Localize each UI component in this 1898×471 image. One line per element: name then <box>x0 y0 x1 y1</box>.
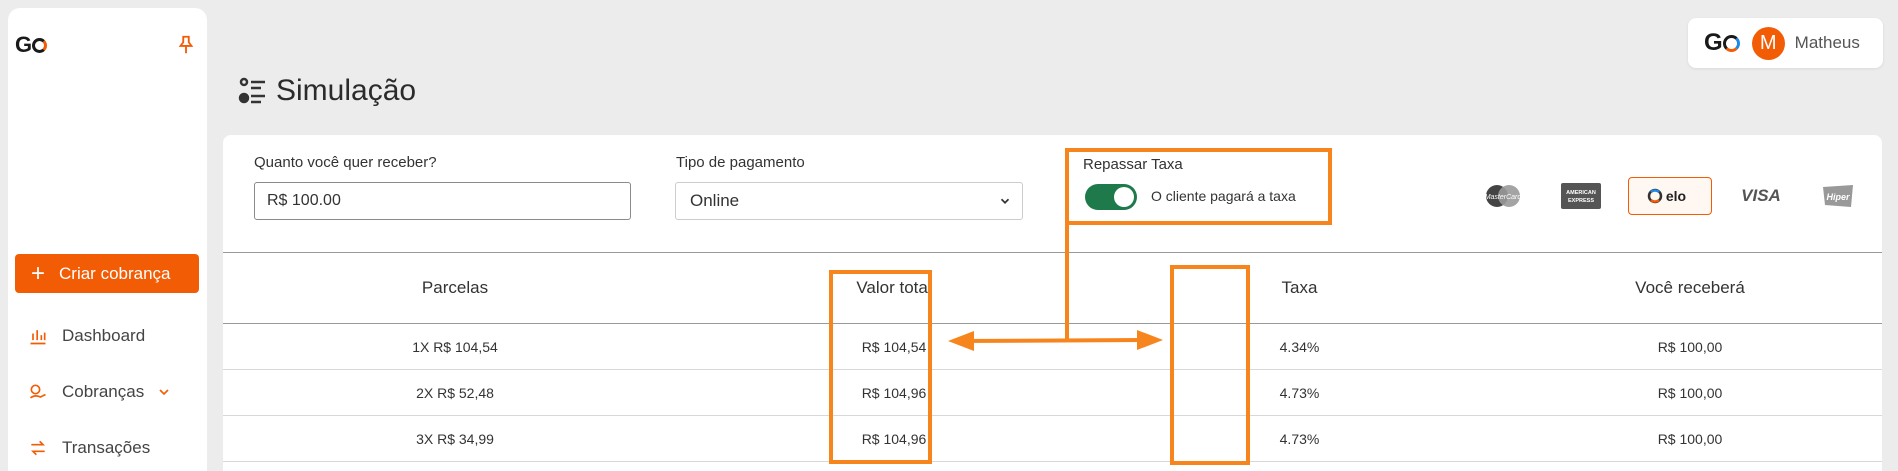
hiper-logo[interactable]: Hiper <box>1808 177 1868 215</box>
cell-taxa: 4.73% <box>1279 384 1320 401</box>
sidebar-item-label: Cobranças <box>62 382 145 401</box>
elo-logo[interactable]: elo <box>1628 177 1712 215</box>
page-title: Simulação <box>238 74 416 108</box>
annotation-box-valor-total <box>829 270 932 464</box>
amount-input[interactable] <box>254 182 631 220</box>
annotation-box-fee-toggle <box>1065 148 1332 225</box>
elo-text: elo <box>1666 188 1686 204</box>
amex-text-2: EXPRESS <box>1568 198 1594 204</box>
header-voce-recebera: Você receberá <box>1635 278 1745 297</box>
plus-icon: + <box>31 259 46 287</box>
create-charge-label: Criar cobrança <box>59 263 171 283</box>
brand-ring-icon <box>1722 34 1740 52</box>
amount-label: Quanto você quer receber? <box>254 154 437 171</box>
app-logo[interactable]: G <box>15 32 48 58</box>
chevron-down-icon[interactable] <box>156 384 172 400</box>
sidebar-item-label: Transações <box>62 438 151 457</box>
cell-voce-recebera: R$ 100,00 <box>1657 430 1723 447</box>
cell-parcelas: 2X R$ 52,48 <box>416 384 494 401</box>
list-settings-icon <box>238 77 265 104</box>
payment-type-value: Online <box>690 191 740 210</box>
cell-voce-recebera: R$ 100,00 <box>1657 338 1723 355</box>
chevron-down-icon <box>1000 198 1010 204</box>
sidebar-item-cobrancas[interactable]: Cobranças <box>28 382 186 402</box>
cell-taxa: 4.73% <box>1279 430 1320 447</box>
logo-ring-icon <box>32 37 48 53</box>
amex-logo[interactable]: AMERICAN EXPRESS <box>1551 177 1611 215</box>
header-taxa: Taxa <box>1281 278 1318 297</box>
table-header-row: Parcelas Valor total Taxa Você receberá <box>223 253 1882 324</box>
amex-text-1: AMERICAN <box>1566 190 1596 196</box>
sidebar-item-dashboard[interactable]: Dashboard <box>28 326 145 346</box>
installments-table: Parcelas Valor total Taxa Você receberá … <box>223 252 1882 462</box>
brand-logo: G <box>1704 29 1740 57</box>
cell-voce-recebera: R$ 100,00 <box>1657 384 1723 401</box>
mastercard-text: MasterCard <box>1485 194 1523 201</box>
table-row: 2X R$ 52,48 R$ 104,96 4.73% R$ 100,00 <box>223 370 1882 416</box>
transfer-icon <box>30 440 46 456</box>
sidebar-item-label: Dashboard <box>62 326 146 345</box>
create-charge-button[interactable]: + Criar cobrança <box>15 254 199 293</box>
user-menu[interactable]: G M Matheus <box>1688 18 1883 68</box>
table-row: 1X R$ 104,54 R$ 104,54 4.34% R$ 100,00 <box>223 324 1882 370</box>
sidebar: G + Criar cobrança Dashboard Cobranças T… <box>8 8 207 471</box>
user-name: Matheus <box>1794 33 1860 52</box>
avatar[interactable]: M <box>1751 26 1785 60</box>
brand-logo-text: G <box>1704 29 1723 56</box>
billing-icon <box>30 384 46 399</box>
cell-parcelas: 1X R$ 104,54 <box>412 338 498 355</box>
table-row: 3X R$ 34,99 R$ 104,96 4.73% R$ 100,00 <box>223 416 1882 462</box>
bar-chart-icon <box>30 330 46 345</box>
cell-parcelas: 3X R$ 34,99 <box>416 430 494 447</box>
header-parcelas: Parcelas <box>421 278 489 297</box>
sidebar-item-transacoes[interactable]: Transações <box>28 438 150 458</box>
hiper-text: Hiper <box>1826 192 1850 202</box>
cell-taxa: 4.34% <box>1279 338 1320 355</box>
visa-logo[interactable]: VISA <box>1731 177 1791 215</box>
simulation-card: Quanto você quer receber? Tipo de pagame… <box>223 135 1882 471</box>
annotation-box-taxa <box>1170 265 1250 465</box>
mastercard-logo[interactable]: MasterCard <box>1473 177 1533 215</box>
logo-text: G <box>15 32 32 57</box>
payment-type-label: Tipo de pagamento <box>676 154 805 171</box>
page-title-text: Simulação <box>276 74 417 107</box>
pin-icon[interactable] <box>175 32 197 58</box>
payment-type-select[interactable]: Online <box>675 182 1023 220</box>
